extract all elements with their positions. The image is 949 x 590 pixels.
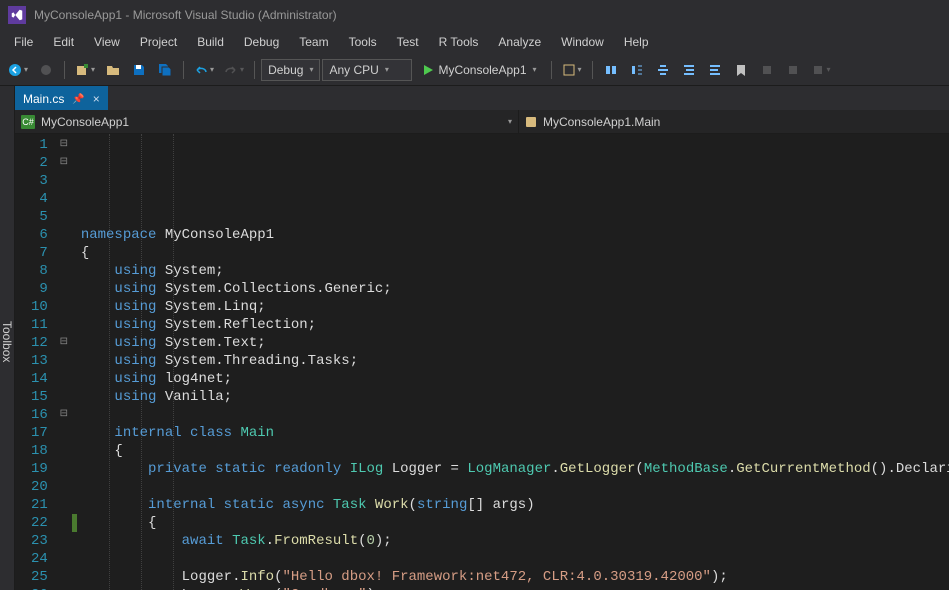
save-button[interactable] bbox=[127, 58, 151, 82]
fold-gutter: ⊟⊟⊟⊟ bbox=[56, 134, 72, 590]
tab-label: Main.cs bbox=[23, 92, 64, 106]
line-gutter: 1234567891011121314151617181920212223242… bbox=[15, 134, 56, 590]
tool-btn-1[interactable]: ▾ bbox=[558, 58, 586, 82]
navigate-back-button[interactable]: ▾ bbox=[4, 58, 32, 82]
menu-view[interactable]: View bbox=[84, 31, 130, 53]
tab-well: Main.cs 📌 × bbox=[15, 86, 949, 110]
config-dropdown[interactable]: Debug▾ bbox=[261, 59, 320, 81]
tool-btn-4[interactable] bbox=[651, 58, 675, 82]
undo-button[interactable]: ▾ bbox=[190, 58, 218, 82]
code-content[interactable]: namespace MyConsoleApp1{ using System; u… bbox=[77, 134, 949, 590]
menu-window[interactable]: Window bbox=[551, 31, 614, 53]
tool-btn-7[interactable] bbox=[755, 58, 779, 82]
tool-btn-5[interactable] bbox=[677, 58, 701, 82]
menu-build[interactable]: Build bbox=[187, 31, 234, 53]
title-bar: MyConsoleApp1 - Microsoft Visual Studio … bbox=[0, 0, 949, 30]
pin-icon[interactable]: 📌 bbox=[72, 94, 84, 105]
menu-test[interactable]: Test bbox=[387, 31, 429, 53]
menu-edit[interactable]: Edit bbox=[43, 31, 84, 53]
menu-debug[interactable]: Debug bbox=[234, 31, 289, 53]
file-tab-main[interactable]: Main.cs 📌 × bbox=[15, 86, 108, 110]
menu-file[interactable]: File bbox=[4, 31, 43, 53]
nav-member-dropdown[interactable]: MyConsoleApp1.Main ▾ bbox=[519, 110, 949, 134]
nav-bar: C# MyConsoleApp1 ▾ MyConsoleApp1.Main ▾ bbox=[15, 110, 949, 134]
tool-btn-6[interactable] bbox=[703, 58, 727, 82]
tool-btn-3[interactable] bbox=[625, 58, 649, 82]
close-icon[interactable]: × bbox=[93, 92, 100, 106]
start-debug-button[interactable]: MyConsoleApp1▾ bbox=[414, 58, 544, 82]
menu-bar: FileEditViewProjectBuildDebugTeamToolsTe… bbox=[0, 30, 949, 54]
menu-r-tools[interactable]: R Tools bbox=[429, 31, 489, 53]
tool-btn-8[interactable] bbox=[781, 58, 805, 82]
menu-help[interactable]: Help bbox=[614, 31, 659, 53]
code-editor[interactable]: 1234567891011121314151617181920212223242… bbox=[15, 134, 949, 590]
tool-btn-9[interactable]: ▾ bbox=[807, 58, 835, 82]
csharp-icon: C# bbox=[21, 115, 35, 129]
navigate-fwd-button[interactable] bbox=[34, 58, 58, 82]
window-title: MyConsoleApp1 - Microsoft Visual Studio … bbox=[34, 8, 337, 22]
menu-project[interactable]: Project bbox=[130, 31, 187, 53]
toolbox-tab[interactable]: Toolbox bbox=[0, 86, 15, 590]
tool-btn-2[interactable] bbox=[599, 58, 623, 82]
bookmark-button[interactable] bbox=[729, 58, 753, 82]
redo-button[interactable]: ▾ bbox=[220, 58, 248, 82]
editor-area: Main.cs 📌 × C# MyConsoleApp1 ▾ MyConsole… bbox=[15, 86, 949, 590]
nav-project-dropdown[interactable]: C# MyConsoleApp1 ▾ bbox=[15, 110, 519, 134]
vs-logo-icon bbox=[8, 6, 26, 24]
class-icon bbox=[525, 116, 537, 128]
menu-analyze[interactable]: Analyze bbox=[488, 31, 551, 53]
menu-team[interactable]: Team bbox=[289, 31, 338, 53]
open-file-button[interactable] bbox=[101, 58, 125, 82]
main-toolbar: ▾ ▾ ▾ ▾ Debug▾ Any CPU▾ MyConsoleApp1▾ ▾… bbox=[0, 54, 949, 86]
menu-tools[interactable]: Tools bbox=[339, 31, 387, 53]
save-all-button[interactable] bbox=[153, 58, 177, 82]
platform-dropdown[interactable]: Any CPU▾ bbox=[322, 59, 412, 81]
new-project-button[interactable]: ▾ bbox=[71, 58, 99, 82]
